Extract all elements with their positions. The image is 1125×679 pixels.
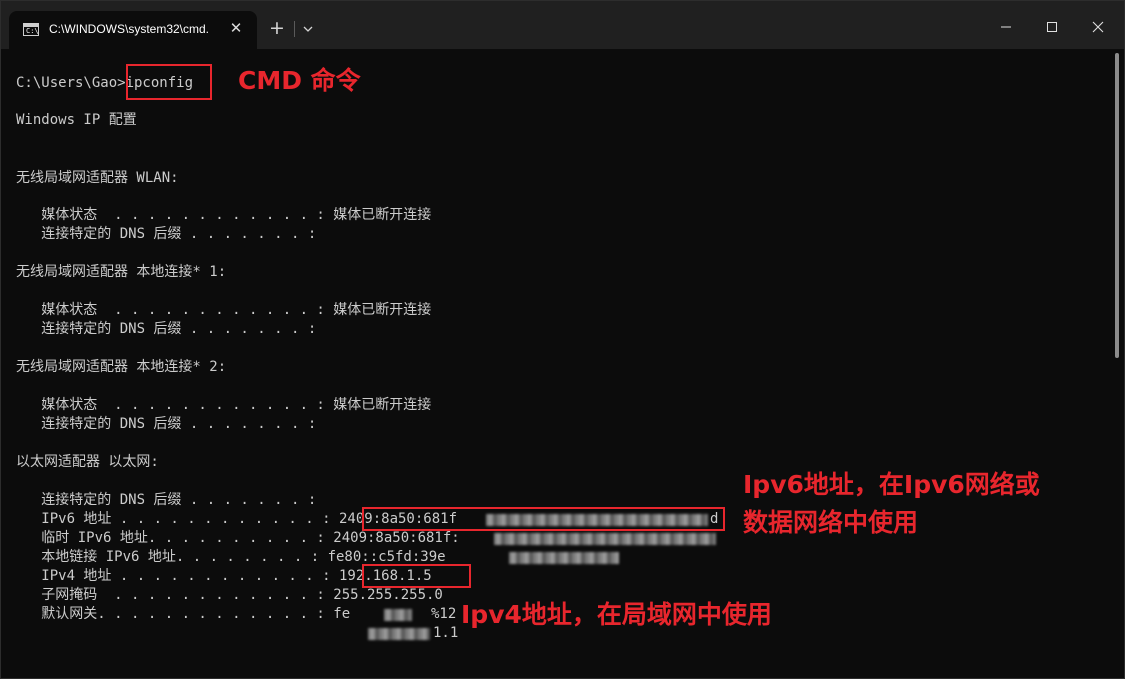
- gateway-ipv4-tail: 1.1: [433, 625, 459, 641]
- ipv6-annotation-line1: Ipv6地址，在Ipv6网络或: [743, 470, 1040, 499]
- output-line: Windows IP 配置: [16, 112, 137, 128]
- output-line: 连接特定的 DNS 后缀 . . . . . . . :: [16, 226, 317, 242]
- tab-cmd[interactable]: C:\ C:\WINDOWS\system32\cmd. ✕: [9, 11, 257, 49]
- output-line: 以太网适配器 以太网:: [16, 454, 159, 470]
- ipv6-highlight-box: [362, 507, 725, 531]
- tab-title: C:\WINDOWS\system32\cmd.: [49, 22, 210, 36]
- maximize-button[interactable]: [1037, 17, 1067, 37]
- redacted-gateway: [384, 609, 412, 621]
- scrollbar-thumb[interactable]: [1115, 53, 1119, 358]
- output-line: 媒体状态 . . . . . . . . . . . . : 媒体已断开连接: [16, 207, 432, 223]
- close-window-button[interactable]: [1083, 17, 1113, 37]
- tab-separator: [294, 21, 295, 37]
- temp-ipv6-line: 临时 IPv6 地址. . . . . . . . . . : 2409:8a5…: [16, 530, 460, 546]
- command-highlight-box: [126, 64, 212, 100]
- output-line: 媒体状态 . . . . . . . . . . . . : 媒体已断开连接: [16, 302, 432, 318]
- ipv4-highlight-box: [362, 564, 471, 588]
- title-bar: C:\ C:\WINDOWS\system32\cmd. ✕ +: [1, 1, 1124, 49]
- output-line: 无线局域网适配器 WLAN:: [16, 170, 179, 186]
- default-gateway-line: 默认网关. . . . . . . . . . . . . : fe: [16, 606, 351, 622]
- minimize-button[interactable]: [991, 17, 1021, 37]
- prompt-text: C:\Users\Gao>: [16, 75, 126, 91]
- output-line: 连接特定的 DNS 后缀 . . . . . . . :: [16, 321, 317, 337]
- output-line: 无线局域网适配器 本地连接* 2:: [16, 359, 227, 375]
- redacted-temp-ipv6: [494, 533, 716, 545]
- ipv6-annotation-line2: 数据网络中使用: [743, 508, 919, 537]
- new-tab-button[interactable]: +: [267, 18, 287, 38]
- terminal-window: C:\ C:\WINDOWS\system32\cmd. ✕ + C:\User…: [0, 0, 1125, 679]
- vertical-scrollbar[interactable]: [1113, 49, 1124, 678]
- cmd-annotation: CMD 命令: [238, 66, 361, 95]
- chevron-down-icon[interactable]: [300, 21, 316, 37]
- redacted-gateway-ipv4: [368, 628, 430, 640]
- console-output[interactable]: C:\Users\Gao>ipconfig Windows IP 配置 无线局域…: [1, 49, 1113, 678]
- close-tab-button[interactable]: ✕: [227, 19, 245, 37]
- output-line: 无线局域网适配器 本地连接* 1:: [16, 264, 227, 280]
- ipv4-annotation: Ipv4地址，在局域网中使用: [461, 600, 772, 629]
- output-line: 媒体状态 . . . . . . . . . . . . : 媒体已断开连接: [16, 397, 432, 413]
- redacted-link-local: [509, 552, 619, 564]
- gateway-scope-text: %12: [431, 606, 457, 622]
- subnet-mask-line: 子网掩码 . . . . . . . . . . . . : 255.255.2…: [16, 587, 443, 603]
- output-line: 连接特定的 DNS 后缀 . . . . . . . :: [16, 416, 317, 432]
- output-line: 连接特定的 DNS 后缀 . . . . . . . :: [16, 492, 317, 508]
- terminal-icon-glyph: C:\: [26, 27, 39, 35]
- terminal-icon: C:\: [23, 23, 39, 36]
